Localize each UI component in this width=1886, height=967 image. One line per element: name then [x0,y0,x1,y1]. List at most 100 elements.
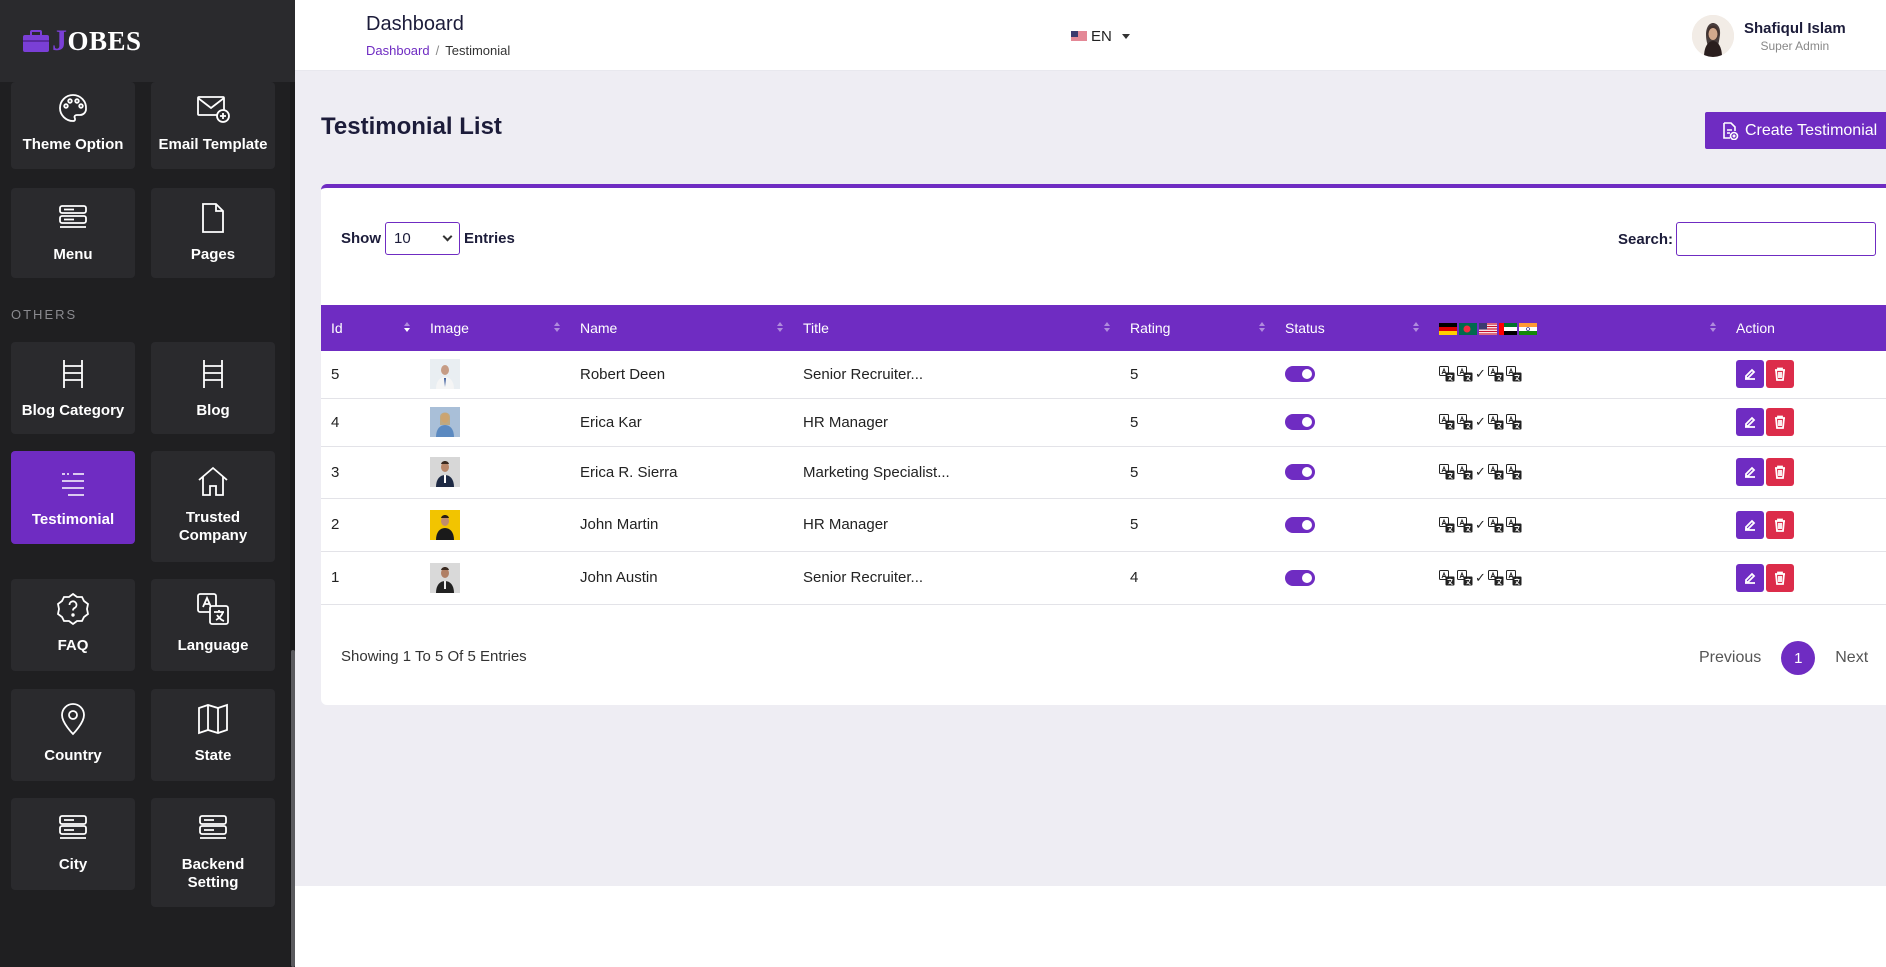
delete-button[interactable] [1766,458,1794,486]
brand-name: OBES [67,25,142,56]
user-menu[interactable]: Shafiqul Islam Super Admin [1692,15,1846,57]
cell-title: Marketing Specialist... [793,446,1120,499]
sidebar-item-pages[interactable]: Pages [151,188,275,278]
check-mark: ✓ [1475,516,1486,532]
sidebar-item-label: Language [177,637,249,654]
ladder-icon [200,356,226,392]
user-name: Shafiqul Islam [1744,19,1846,37]
status-toggle[interactable] [1285,464,1315,480]
table-row: 1 John Austin Senior Recruiter... 4 ✓ [321,551,1886,605]
column-header-translations[interactable] [1429,305,1726,351]
sort-icon [1259,322,1265,332]
delete-button[interactable] [1766,360,1794,389]
status-toggle[interactable] [1285,366,1315,383]
translate-icon [1487,366,1504,382]
edit-button[interactable] [1736,510,1764,539]
column-header-image[interactable]: Image [420,305,570,351]
entries-label: Entries [464,230,515,247]
translate-icon [1487,516,1504,532]
trash-icon [1775,465,1785,479]
cell-id: 4 [321,398,420,447]
palette-icon [57,90,89,126]
sidebar-item-theme-option[interactable]: Theme Option [11,82,135,169]
cell-image [420,551,570,605]
sidebar-item-testimonial[interactable]: Testimonial [11,451,135,544]
column-header-status[interactable]: Status [1275,305,1429,351]
column-header-name[interactable]: Name [570,305,793,351]
status-toggle[interactable] [1285,414,1315,430]
sidebar-item-label: Testimonial [31,511,115,528]
delete-button[interactable] [1766,408,1794,436]
sort-icon [1710,322,1716,332]
previous-page-button[interactable]: Previous [1699,649,1761,667]
sidebar-item-country[interactable]: Country [11,689,135,781]
sidebar: J OBES Theme Option Email Template Menu P… [0,0,295,967]
quote-list-icon [59,465,87,501]
delete-button[interactable] [1766,563,1794,592]
sidebar-item-label: City [58,856,88,873]
delete-button[interactable] [1766,510,1794,539]
cell-id: 1 [321,551,420,605]
sidebar-item-language[interactable]: Language [151,579,275,671]
edit-button[interactable] [1736,408,1764,436]
status-toggle[interactable] [1285,569,1315,586]
translate-icon [1457,516,1473,532]
cell-name: John Austin [570,551,793,605]
column-header-action: Action [1736,320,1775,336]
show-label: Show [341,230,381,247]
cell-title: HR Manager [793,398,1120,447]
edit-button[interactable] [1736,360,1764,389]
sidebar-item-faq[interactable]: FAQ [11,579,135,671]
sort-icon [1413,322,1419,332]
cell-status [1275,446,1429,499]
edit-button[interactable] [1736,563,1764,592]
edit-icon [1745,572,1756,584]
testimonial-photo [430,562,460,593]
us-flag-icon [1071,31,1087,42]
brand[interactable]: J OBES [0,0,295,82]
sidebar-item-city[interactable]: City [11,798,135,890]
column-header-rating[interactable]: Rating [1120,305,1275,351]
edit-button[interactable] [1736,458,1764,486]
testimonial-table-card: Show 10 Entries Search: Id Image Name Ti… [321,184,1886,705]
search-input[interactable] [1676,222,1877,256]
current-page-button[interactable]: 1 [1781,641,1816,675]
sidebar-item-label: Email Template [158,136,268,153]
brand-logo: J OBES [22,24,142,58]
sidebar-item-menu[interactable]: Menu [11,188,135,278]
translate-icon [1457,569,1473,585]
cell-translations: ✓ [1429,498,1726,552]
translate-icon [1487,414,1504,430]
sidebar-item-backend-setting[interactable]: Backend Setting [151,798,275,907]
breadcrumb-home-link[interactable]: Dashboard [366,43,430,58]
translate-icon [1505,464,1522,480]
testimonial-photo [430,407,460,437]
sidebar-item-state[interactable]: State [151,689,275,781]
table-row: 2 John Martin HR Manager 5 ✓ [321,498,1886,552]
sidebar-item-trusted-company[interactable]: Trusted Company [151,451,275,562]
sort-icon [777,322,783,332]
next-page-button[interactable]: Next [1835,649,1868,667]
entries-select[interactable]: 10 [385,222,460,255]
briefcase-icon [23,30,49,52]
column-header-id[interactable]: Id [321,305,420,351]
column-header-title[interactable]: Title [793,305,1120,351]
sidebar-item-label: Pages [190,246,236,263]
language-selector[interactable]: EN [1071,28,1130,45]
cell-action [1726,398,1886,447]
cell-title: Senior Recruiter... [793,551,1120,605]
de-flag-icon [1439,323,1457,336]
sidebar-item-blog[interactable]: Blog [151,342,275,434]
cell-action [1726,551,1886,605]
sidebar-item-blog-category[interactable]: Blog Category [11,342,135,434]
create-testimonial-button[interactable]: Create Testimonial [1705,112,1886,149]
edit-icon [1745,368,1756,381]
sidebar-item-email-template[interactable]: Email Template [151,82,275,169]
status-toggle[interactable] [1285,516,1315,533]
avatar [1692,15,1734,57]
cell-rating: 5 [1120,398,1275,447]
table-row: 3 Erica R. Sierra Marketing Specialist... 5… [321,446,1886,499]
sort-icon [404,322,410,332]
edit-icon [1745,519,1756,531]
testimonial-photo [430,509,460,540]
